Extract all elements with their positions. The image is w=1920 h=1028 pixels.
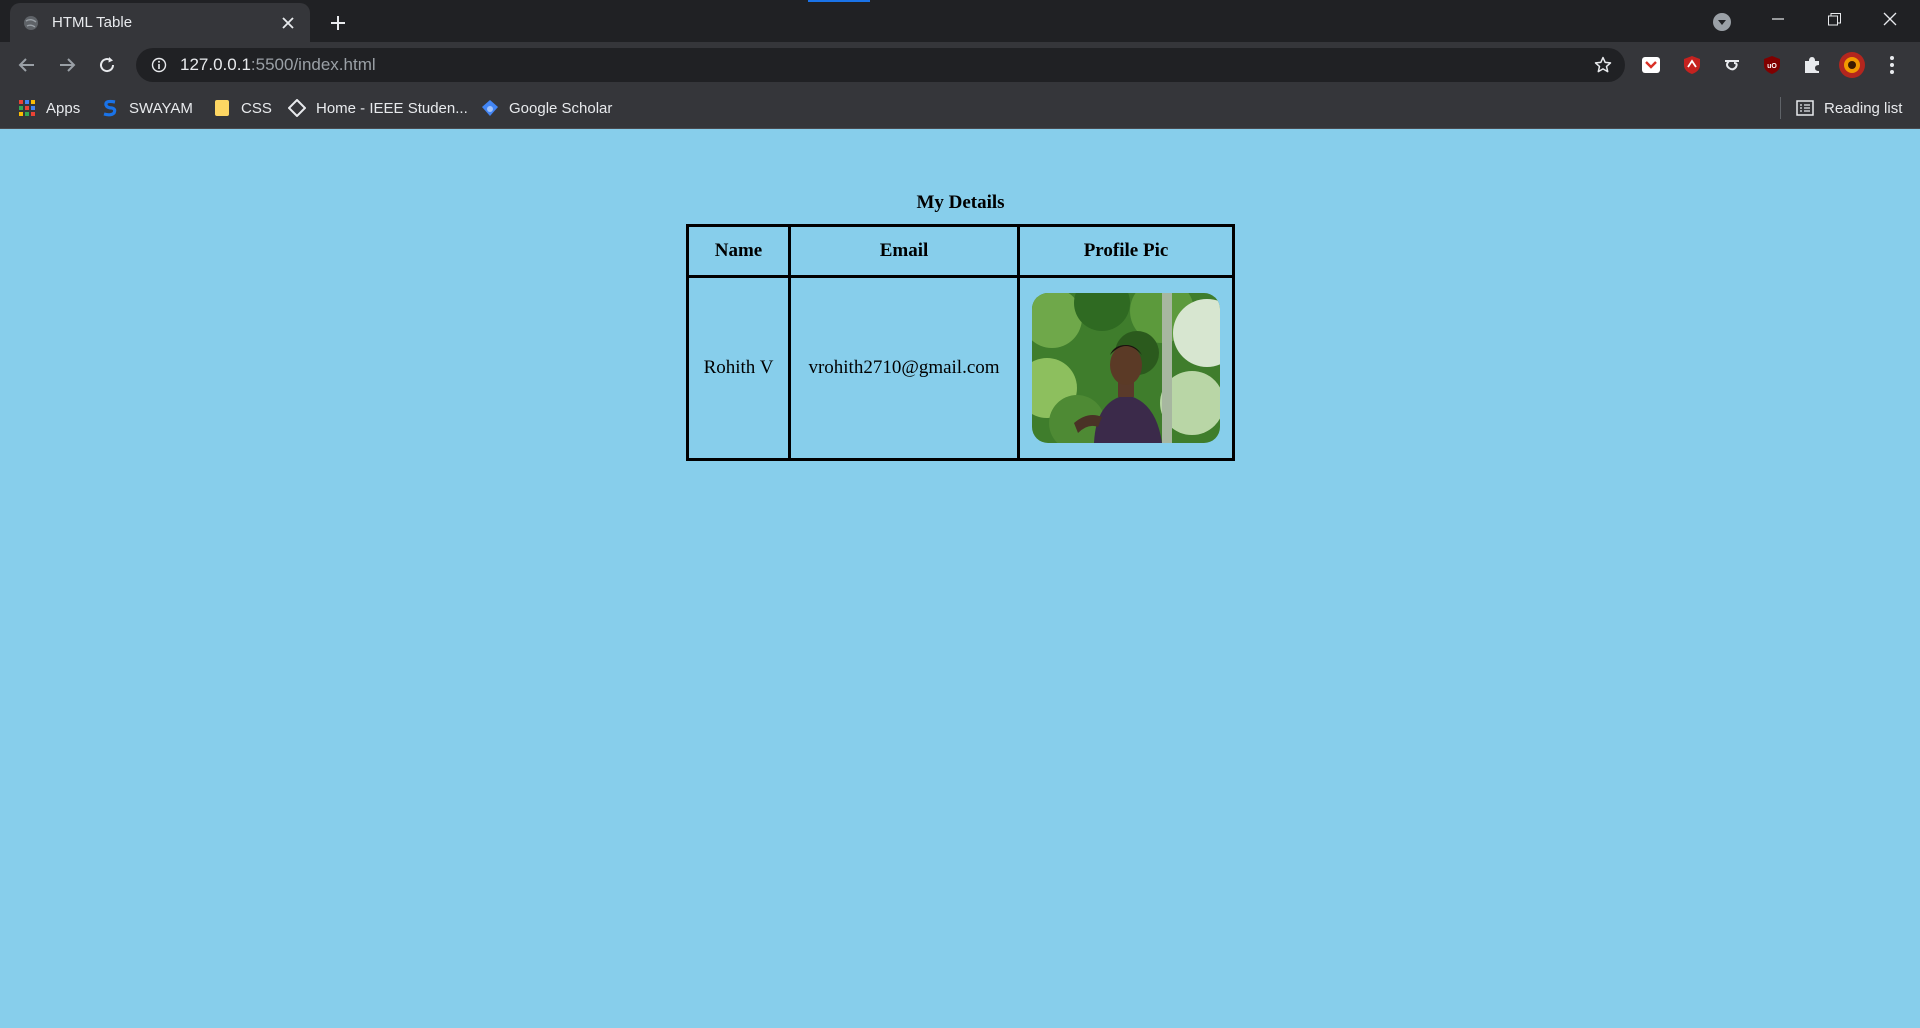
address-bar[interactable]: 127.0.0.1:5500/index.html	[136, 48, 1625, 82]
profile-avatar[interactable]	[1838, 51, 1866, 79]
header-name: Name	[686, 224, 791, 278]
extension-glyph-icon[interactable]	[1720, 53, 1744, 77]
bookmark-label: CSS	[241, 99, 272, 117]
back-arrow-icon[interactable]	[13, 51, 41, 79]
table-caption: My Details	[916, 192, 1005, 213]
tab-strip: HTML Table	[0, 0, 1920, 42]
url-host: 127.0.0.1	[180, 55, 251, 74]
reload-icon[interactable]	[93, 51, 121, 79]
cell-email: vrohith2710@gmail.com	[788, 275, 1020, 461]
minimize-icon[interactable]	[1750, 0, 1806, 38]
bookmark-label: Google Scholar	[509, 99, 613, 117]
swayam-icon	[101, 99, 119, 117]
bookmark-label: Apps	[46, 99, 81, 117]
bookmark-label: SWAYAM	[129, 99, 193, 117]
cell-name: Rohith V	[686, 275, 791, 461]
loading-indicator	[808, 0, 870, 2]
details-table: My Details Name Email Profile Pic Rohith…	[686, 192, 1235, 461]
tab-html-table[interactable]: HTML Table	[10, 3, 310, 42]
tab-search-icon[interactable]	[1710, 10, 1734, 34]
bookmark-label: Home - IEEE Studen...	[316, 99, 468, 117]
scholar-icon	[481, 99, 499, 117]
reading-list-button[interactable]: Reading list	[1796, 96, 1902, 120]
bookmark-google-scholar[interactable]: Google Scholar	[481, 96, 612, 120]
svg-text:uO: uO	[1767, 63, 1777, 70]
ublock-origin-icon[interactable]: uO	[1760, 53, 1784, 77]
info-icon[interactable]	[150, 56, 168, 74]
bookmark-star-icon[interactable]	[1593, 55, 1613, 75]
globe-icon	[22, 14, 40, 32]
window-close-icon[interactable]	[1862, 0, 1918, 38]
header-profile-pic: Profile Pic	[1017, 224, 1235, 278]
table-row: Rohith V vrohith2710@gmail.com	[686, 275, 1235, 461]
bookmark-swayam[interactable]: SWAYAM	[101, 96, 193, 120]
kebab-menu-icon[interactable]	[1880, 53, 1904, 77]
profile-photo	[1032, 293, 1220, 443]
bookmark-apps[interactable]: Apps	[18, 96, 80, 120]
apps-grid-icon	[18, 99, 36, 117]
extensions-puzzle-icon[interactable]	[1800, 53, 1824, 77]
diamond-icon	[288, 99, 306, 117]
shield-extension-icon[interactable]	[1680, 53, 1704, 77]
reading-list-label: Reading list	[1824, 99, 1903, 117]
url-path: :5500/index.html	[250, 55, 376, 74]
new-tab-button[interactable]	[324, 9, 352, 37]
close-icon[interactable]	[278, 13, 298, 33]
cell-profile-pic	[1017, 275, 1235, 461]
header-email: Email	[788, 224, 1020, 278]
restore-icon[interactable]	[1806, 0, 1862, 38]
browser-chrome: HTML Table 127.0.0.1:5500/index.html uO…	[0, 0, 1920, 129]
page-content: My Details Name Email Profile Pic Rohith…	[0, 129, 1920, 1028]
bookmark-ieee[interactable]: Home - IEEE Studen...	[288, 96, 468, 120]
pocket-extension-icon[interactable]	[1639, 53, 1663, 77]
forward-arrow-icon[interactable]	[53, 51, 81, 79]
bookmarks-bar: Apps SWAYAM CSS Home - IEEE Studen... Go…	[0, 88, 1920, 129]
reading-list-icon	[1796, 99, 1814, 117]
bookmarks-divider	[1780, 97, 1781, 119]
tab-title: HTML Table	[52, 14, 133, 31]
bookmark-css[interactable]: CSS	[213, 96, 272, 120]
folder-icon	[213, 99, 231, 117]
browser-toolbar: 127.0.0.1:5500/index.html uO	[0, 42, 1920, 88]
table-header-row: Name Email Profile Pic	[686, 224, 1235, 278]
